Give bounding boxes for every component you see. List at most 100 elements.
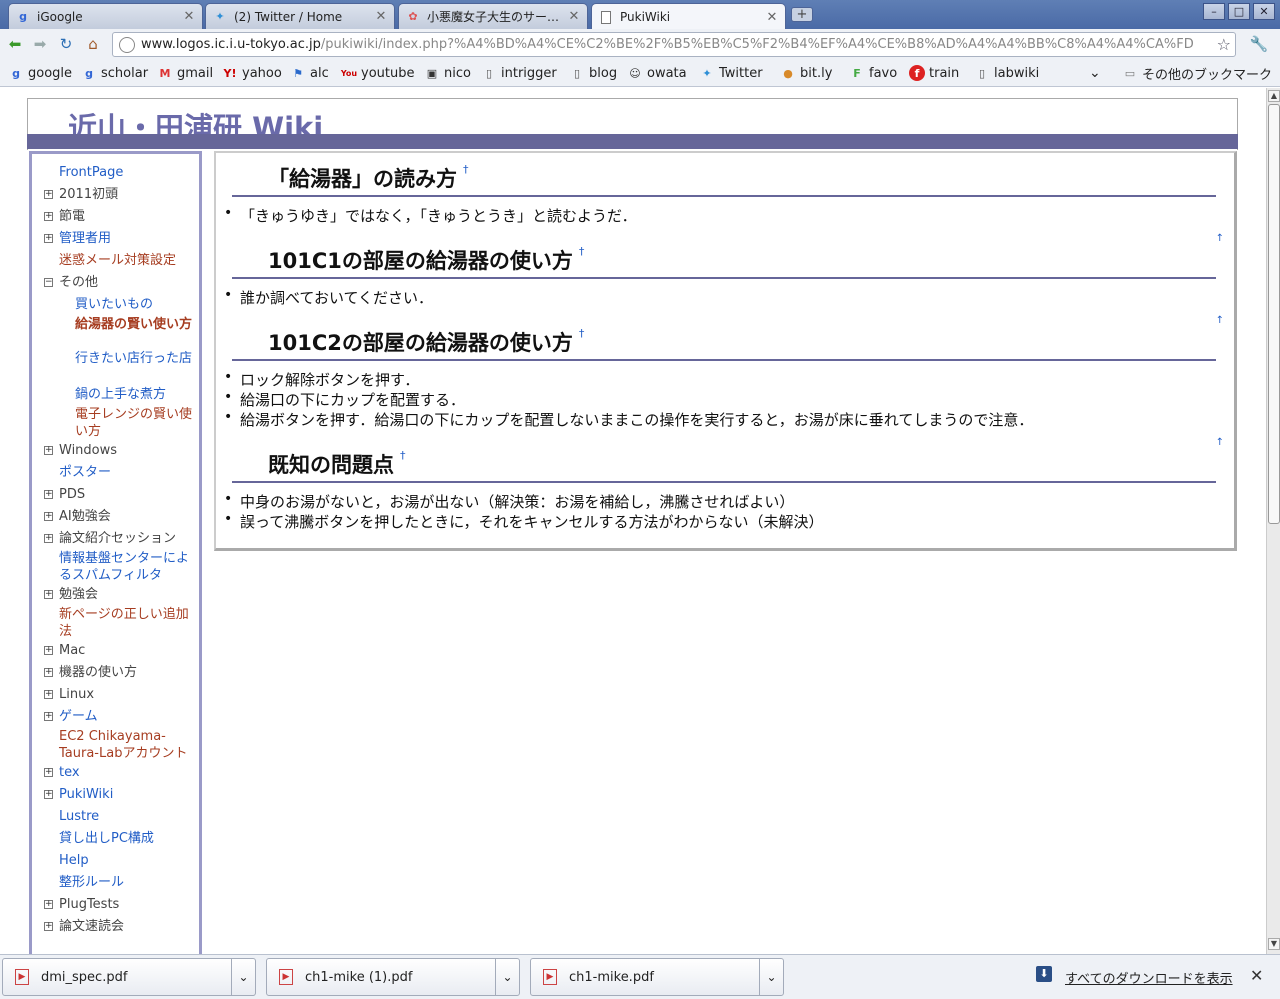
menu-item[interactable]: 新ページの正しい追加法: [59, 606, 194, 640]
menu-item[interactable]: 管理者用: [59, 230, 194, 247]
menu-item[interactable]: Mac: [59, 642, 194, 659]
menu-item[interactable]: 節電: [59, 208, 194, 225]
menu-item[interactable]: Linux: [59, 686, 194, 703]
tree-expand-icon[interactable]: +: [44, 534, 53, 543]
heading-anchor[interactable]: †: [463, 163, 469, 176]
tree-expand-icon[interactable]: +: [44, 446, 53, 455]
menu-item[interactable]: FrontPage: [59, 164, 194, 181]
menu-item[interactable]: 貸し出しPC構成: [59, 830, 194, 847]
scroll-down-icon[interactable]: ▼: [1268, 938, 1280, 950]
tab-igoogle[interactable]: g iGoogle ✕: [8, 3, 203, 29]
tab-pukiwiki[interactable]: PukiWiki ✕: [591, 3, 786, 30]
bookmark-youtube[interactable]: You youtube: [341, 64, 415, 82]
bookmark-nico[interactable]: ▣ nico: [424, 64, 471, 82]
menu-item[interactable]: PlugTests: [59, 896, 194, 913]
menu-item[interactable]: 電子レンジの賢い使い方: [75, 406, 194, 440]
menu-item[interactable]: 迷惑メール対策設定: [59, 252, 194, 269]
chevron-down-icon[interactable]: ⌄: [759, 959, 783, 995]
heading-anchor[interactable]: †: [579, 245, 585, 258]
download-item[interactable]: ▶ dmi_spec.pdf ⌄: [2, 958, 256, 996]
tree-expand-icon[interactable]: +: [44, 712, 53, 721]
bookmark-other[interactable]: ▭ その他のブックマーク: [1122, 64, 1272, 83]
minimize-button[interactable]: –: [1203, 3, 1225, 20]
tree-expand-icon[interactable]: +: [44, 922, 53, 931]
bookmark-favo[interactable]: Ffavo: [849, 64, 897, 82]
wrench-icon[interactable]: 🔧: [1249, 34, 1269, 54]
bookmark-intrigger[interactable]: ▯ intrigger: [481, 64, 557, 82]
bookmarks-overflow-chevron-icon[interactable]: ⌄: [1089, 64, 1101, 82]
menu-item[interactable]: その他: [59, 274, 194, 291]
window-close-button[interactable]: ✕: [1253, 3, 1275, 20]
chevron-down-icon[interactable]: ⌄: [495, 959, 519, 995]
menu-item[interactable]: Lustre: [59, 808, 194, 825]
menu-item[interactable]: 機器の使い方: [59, 664, 194, 681]
bookmark-scholar[interactable]: g scholar: [81, 64, 148, 82]
scroll-thumb[interactable]: [1268, 104, 1280, 524]
tree-expand-icon[interactable]: +: [44, 646, 53, 655]
chevron-down-icon[interactable]: ⌄: [231, 959, 255, 995]
menu-item[interactable]: 給湯器の賢い使い方: [75, 316, 194, 333]
menu-item[interactable]: EC2 Chikayama-Taura-Labアカウント: [59, 728, 194, 762]
home-icon[interactable]: ⌂: [83, 34, 103, 54]
menu-item[interactable]: 2011初頭: [59, 186, 194, 203]
show-all-downloads-link[interactable]: すべてのダウンロードを表示: [1065, 968, 1233, 987]
tree-expand-icon[interactable]: +: [44, 668, 53, 677]
forward-icon[interactable]: ➡: [30, 34, 50, 54]
bookmark-gmail[interactable]: Mgmail: [157, 64, 214, 82]
menu-item[interactable]: Help: [59, 852, 194, 869]
menu-item[interactable]: 買いたいもの: [75, 296, 194, 313]
menu-item[interactable]: 鍋の上手な煮方: [75, 386, 194, 403]
bookmark-labwiki[interactable]: ▯ labwiki: [974, 64, 1039, 82]
bookmark-yahoo[interactable]: Y! yahoo: [222, 64, 282, 82]
page-scrollbar[interactable]: ▲ ▼: [1266, 88, 1280, 954]
download-item[interactable]: ▶ ch1-mike (1).pdf ⌄: [266, 958, 520, 996]
tree-expand-icon[interactable]: +: [44, 490, 53, 499]
page-top-link[interactable]: ↑: [1216, 315, 1224, 326]
reload-icon[interactable]: ↻: [56, 34, 76, 54]
menu-item[interactable]: 整形ルール: [59, 874, 194, 891]
tree-expand-icon[interactable]: +: [44, 512, 53, 521]
menu-item[interactable]: ポスター: [59, 464, 194, 481]
tree-expand-icon[interactable]: +: [44, 234, 53, 243]
heading-anchor[interactable]: †: [400, 449, 406, 462]
tree-expand-icon[interactable]: +: [44, 590, 53, 599]
bookmark-alc[interactable]: ⚑ alc: [290, 64, 329, 82]
tree-expand-icon[interactable]: +: [44, 768, 53, 777]
menu-item[interactable]: Windows: [59, 442, 194, 459]
heading-anchor[interactable]: †: [579, 327, 585, 340]
close-icon[interactable]: ✕: [567, 9, 581, 24]
close-icon[interactable]: ✕: [765, 10, 779, 25]
maximize-button[interactable]: □: [1228, 3, 1250, 20]
tab-twitter[interactable]: ✦ (2) Twitter / Home ✕: [205, 3, 395, 29]
page-top-link[interactable]: ↑: [1216, 233, 1224, 244]
address-bar[interactable]: www.logos.ic.i.u-tokyo.ac.jp /pukiwiki/i…: [112, 32, 1236, 57]
menu-item[interactable]: PukiWiki: [59, 786, 194, 803]
tree-expand-icon[interactable]: +: [44, 190, 53, 199]
tree-collapse-icon[interactable]: −: [44, 278, 53, 287]
bookmark-bitly[interactable]: ● bit.ly: [780, 64, 832, 82]
tree-expand-icon[interactable]: +: [44, 212, 53, 221]
bookmark-google[interactable]: g google: [8, 64, 72, 82]
menu-item[interactable]: PDS: [59, 486, 194, 503]
close-icon[interactable]: ✕: [1250, 966, 1263, 985]
menu-item[interactable]: 論文紹介セッション: [59, 530, 194, 547]
close-icon[interactable]: ✕: [374, 9, 388, 24]
back-icon[interactable]: ⬅: [5, 34, 25, 54]
menu-item[interactable]: 勉強会: [59, 586, 194, 603]
close-icon[interactable]: ✕: [182, 9, 196, 24]
tab-blog[interactable]: ✿ 小悪魔女子大生のサー… ✕: [398, 3, 588, 29]
tree-expand-icon[interactable]: +: [44, 900, 53, 909]
tree-expand-icon[interactable]: +: [44, 690, 53, 699]
menu-item[interactable]: tex: [59, 764, 194, 781]
bookmark-train[interactable]: f train: [909, 64, 959, 82]
scroll-up-icon[interactable]: ▲: [1268, 90, 1280, 102]
menu-item[interactable]: 行きたい店行った店: [75, 350, 194, 367]
bookmark-twitter[interactable]: ✦ Twitter: [699, 64, 762, 82]
new-tab-button[interactable]: +: [791, 7, 813, 22]
menu-item[interactable]: AI勉強会: [59, 508, 194, 525]
bookmark-owata[interactable]: ☺ owata: [627, 64, 686, 82]
star-icon[interactable]: ☆: [1217, 35, 1231, 54]
bookmark-blog[interactable]: ▯ blog: [569, 64, 617, 82]
menu-item[interactable]: 情報基盤センターによるスパムフィルタ: [59, 550, 194, 584]
menu-item[interactable]: 論文速読会: [59, 918, 194, 935]
